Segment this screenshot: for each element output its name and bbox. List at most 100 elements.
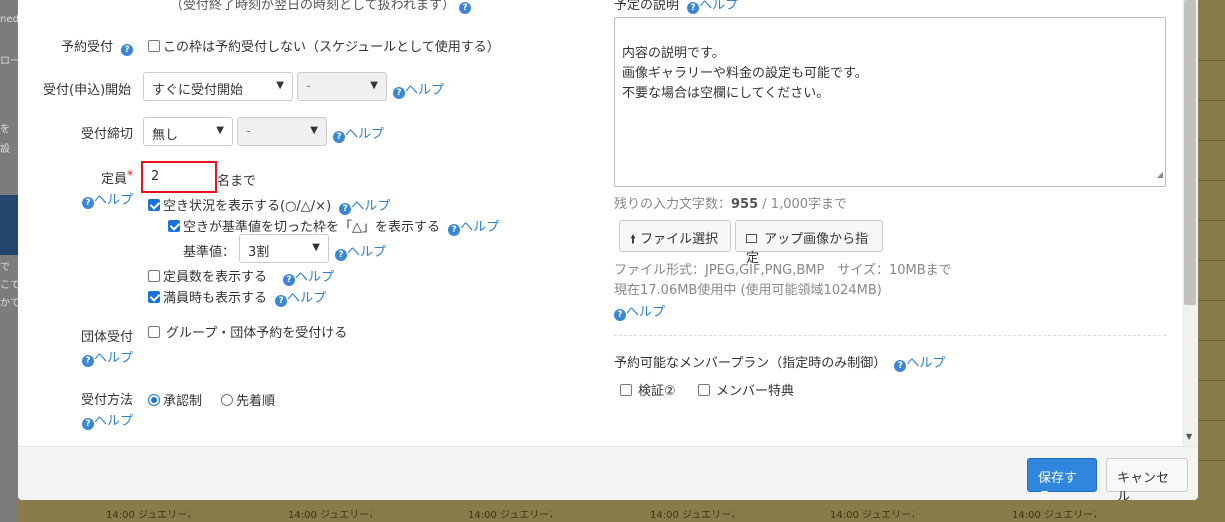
- help-link-text[interactable]: ヘルプ: [906, 356, 945, 371]
- checkbox-icon[interactable]: [148, 270, 160, 282]
- threshold-label: 基準値：: [183, 245, 236, 260]
- help-icon: ?: [393, 87, 405, 99]
- required-mark: *: [127, 168, 134, 182]
- dialog-scrollbar[interactable]: ▼: [1182, 0, 1198, 446]
- member-plan-option[interactable]: メンバー特典: [698, 380, 794, 399]
- cancel-button[interactable]: キャンセル: [1106, 458, 1188, 500]
- file-help-link[interactable]: ? ヘルプ: [614, 301, 665, 321]
- help-icon[interactable]: ?: [894, 360, 907, 372]
- scrollbar-thumb[interactable]: [1184, 0, 1196, 305]
- member-plan-label-text: 予約可能なメンバープラン（指定時のみ制御）: [614, 356, 887, 371]
- capacity-input[interactable]: 2: [141, 161, 217, 193]
- chevron-down-icon: ▼: [370, 80, 378, 91]
- show-count-checkbox[interactable]: 定員数を表示する: [148, 266, 267, 285]
- deadline-select-value: 無し: [152, 128, 179, 143]
- show-count-label: 定員数を表示する: [163, 270, 268, 285]
- help-link-text: ヘルプ: [94, 351, 134, 366]
- member-plan-option[interactable]: 検証②: [620, 380, 676, 399]
- group-checkbox[interactable]: グループ・団体予約を受付ける: [148, 322, 347, 341]
- checkbox-checked-icon[interactable]: [148, 291, 160, 303]
- help-link-text[interactable]: ヘルプ: [460, 220, 499, 235]
- method-first-come-radio[interactable]: 先着順: [221, 390, 275, 409]
- help-icon[interactable]: ?: [275, 295, 288, 307]
- start-help-link[interactable]: ? ヘルプ: [393, 79, 444, 99]
- storage-usage: 現在17.06MB使用中 (使用可能領域1024MB): [614, 283, 882, 298]
- bg-calendar-tile: 14:00 ジュエリーご相談: [830, 510, 914, 521]
- help-link-text: ヘルプ: [94, 193, 134, 208]
- method-first-come-label: 先着順: [236, 394, 276, 409]
- show-count-help-link[interactable]: ? ヘルプ: [283, 266, 334, 286]
- radio-icon[interactable]: [221, 394, 233, 406]
- method-approval-radio[interactable]: 承認制: [148, 390, 202, 409]
- help-link-text: ヘルプ: [94, 414, 134, 429]
- remaining-suffix: / 1,000字まで: [758, 197, 848, 212]
- deadline-label: 受付締切: [81, 127, 134, 142]
- member-plan-option-label: 検証②: [638, 384, 676, 399]
- help-icon[interactable]: ?: [459, 2, 472, 14]
- file-select-label: ファイル選択: [640, 232, 719, 247]
- below-threshold-checkbox[interactable]: 空きが基準値を切った枠を「△」を表示する ? ヘルプ: [168, 216, 499, 236]
- show-full-label: 満員時も表示する: [163, 291, 268, 306]
- help-icon[interactable]: ?: [687, 2, 700, 14]
- no-reservation-checkbox[interactable]: この枠は予約受付しない（スケジュールとして使用する）: [148, 36, 500, 55]
- bg-calendar-cell: [1198, 300, 1225, 340]
- remaining-count: 残りの入力文字数：955 / 1,000字まで: [614, 193, 847, 212]
- method-help-link[interactable]: ? ヘルプ: [82, 410, 133, 430]
- help-link-text[interactable]: ヘルプ: [699, 0, 738, 13]
- help-link-text[interactable]: ヘルプ: [287, 291, 326, 306]
- description-label: 予定の説明 ? ヘルプ: [614, 0, 738, 14]
- chevron-down-icon: ▼: [312, 242, 320, 253]
- file-select-button[interactable]: 🠙 ファイル選択: [619, 220, 731, 252]
- checkbox-checked-icon[interactable]: [168, 220, 180, 232]
- dialog-footer: 保存する キャンセル: [18, 446, 1198, 500]
- remaining-number: 955: [731, 197, 759, 212]
- resize-handle-icon[interactable]: ◢: [1157, 165, 1163, 185]
- checkbox-icon[interactable]: [148, 40, 160, 52]
- help-link-text: ヘルプ: [345, 127, 385, 142]
- show-full-checkbox[interactable]: 満員時も表示する ? ヘルプ: [148, 287, 326, 307]
- capacity-help-link[interactable]: ? ヘルプ: [82, 189, 133, 209]
- save-button[interactable]: 保存する: [1027, 458, 1097, 500]
- deadline-sub-select-value: -: [246, 124, 251, 139]
- threshold-select-value: 3割: [248, 245, 270, 260]
- radio-selected-icon[interactable]: [148, 394, 160, 406]
- description-textarea[interactable]: 内容の説明です。 画像ギャラリーや料金の設定も可能です。 不要な場合は空欄にして…: [614, 17, 1166, 187]
- reservation-label: 予約受付 ?: [61, 36, 134, 56]
- deadline-select[interactable]: 無し ▼: [143, 117, 233, 146]
- capacity-label-text: 定員: [101, 172, 128, 187]
- app-image-button[interactable]: アップ画像から指定: [735, 220, 883, 266]
- bg-calendar-cell: [1198, 380, 1225, 420]
- threshold-help-link[interactable]: ? ヘルプ: [335, 241, 386, 261]
- help-icon[interactable]: ?: [448, 224, 461, 236]
- checkbox-icon[interactable]: [620, 384, 632, 396]
- start-label: 受付(申込)開始: [43, 83, 132, 98]
- help-icon[interactable]: ?: [339, 203, 352, 215]
- deadline-sub-select[interactable]: - ▼: [237, 117, 327, 146]
- bg-calendar-cell: [1198, 220, 1225, 260]
- time-note-text: （受付終了時刻が翌日の時刻として扱われます）: [170, 0, 455, 13]
- bg-calendar-tile: 14:00 ジュエリーご相談: [650, 510, 734, 521]
- help-link-text: ヘルプ: [405, 83, 445, 98]
- group-label: 団体受付: [81, 330, 134, 345]
- show-vacancy-checkbox[interactable]: 空き状況を表示する(○/△/×) ? ヘルプ: [148, 195, 390, 215]
- start-sub-select[interactable]: - ▼: [297, 72, 387, 101]
- checkbox-icon[interactable]: [148, 326, 160, 338]
- start-select[interactable]: すぐに受付開始 ▼: [143, 72, 293, 101]
- help-link-text[interactable]: ヘルプ: [351, 199, 390, 214]
- help-icon: ?: [283, 274, 295, 286]
- help-icon[interactable]: ?: [121, 44, 134, 56]
- help-icon: ?: [333, 131, 345, 143]
- checkbox-icon[interactable]: [698, 384, 710, 396]
- scroll-down-arrow-icon[interactable]: ▼: [1186, 432, 1192, 441]
- group-help-link[interactable]: ? ヘルプ: [82, 347, 133, 367]
- chevron-down-icon: ▼: [216, 125, 224, 136]
- threshold-select[interactable]: 3割 ▼: [239, 234, 329, 263]
- checkbox-checked-icon[interactable]: [148, 199, 160, 211]
- bg-fragment: を: [0, 124, 10, 135]
- deadline-help-link[interactable]: ? ヘルプ: [333, 123, 384, 143]
- bg-calendar-cell: [1198, 340, 1225, 380]
- help-link-text: ヘルプ: [295, 270, 335, 285]
- bg-calendar-tile: 14:00 ジュエリーご相談: [106, 510, 190, 521]
- start-sub-select-value: -: [306, 79, 311, 94]
- reservation-label-text: 予約受付: [61, 40, 114, 55]
